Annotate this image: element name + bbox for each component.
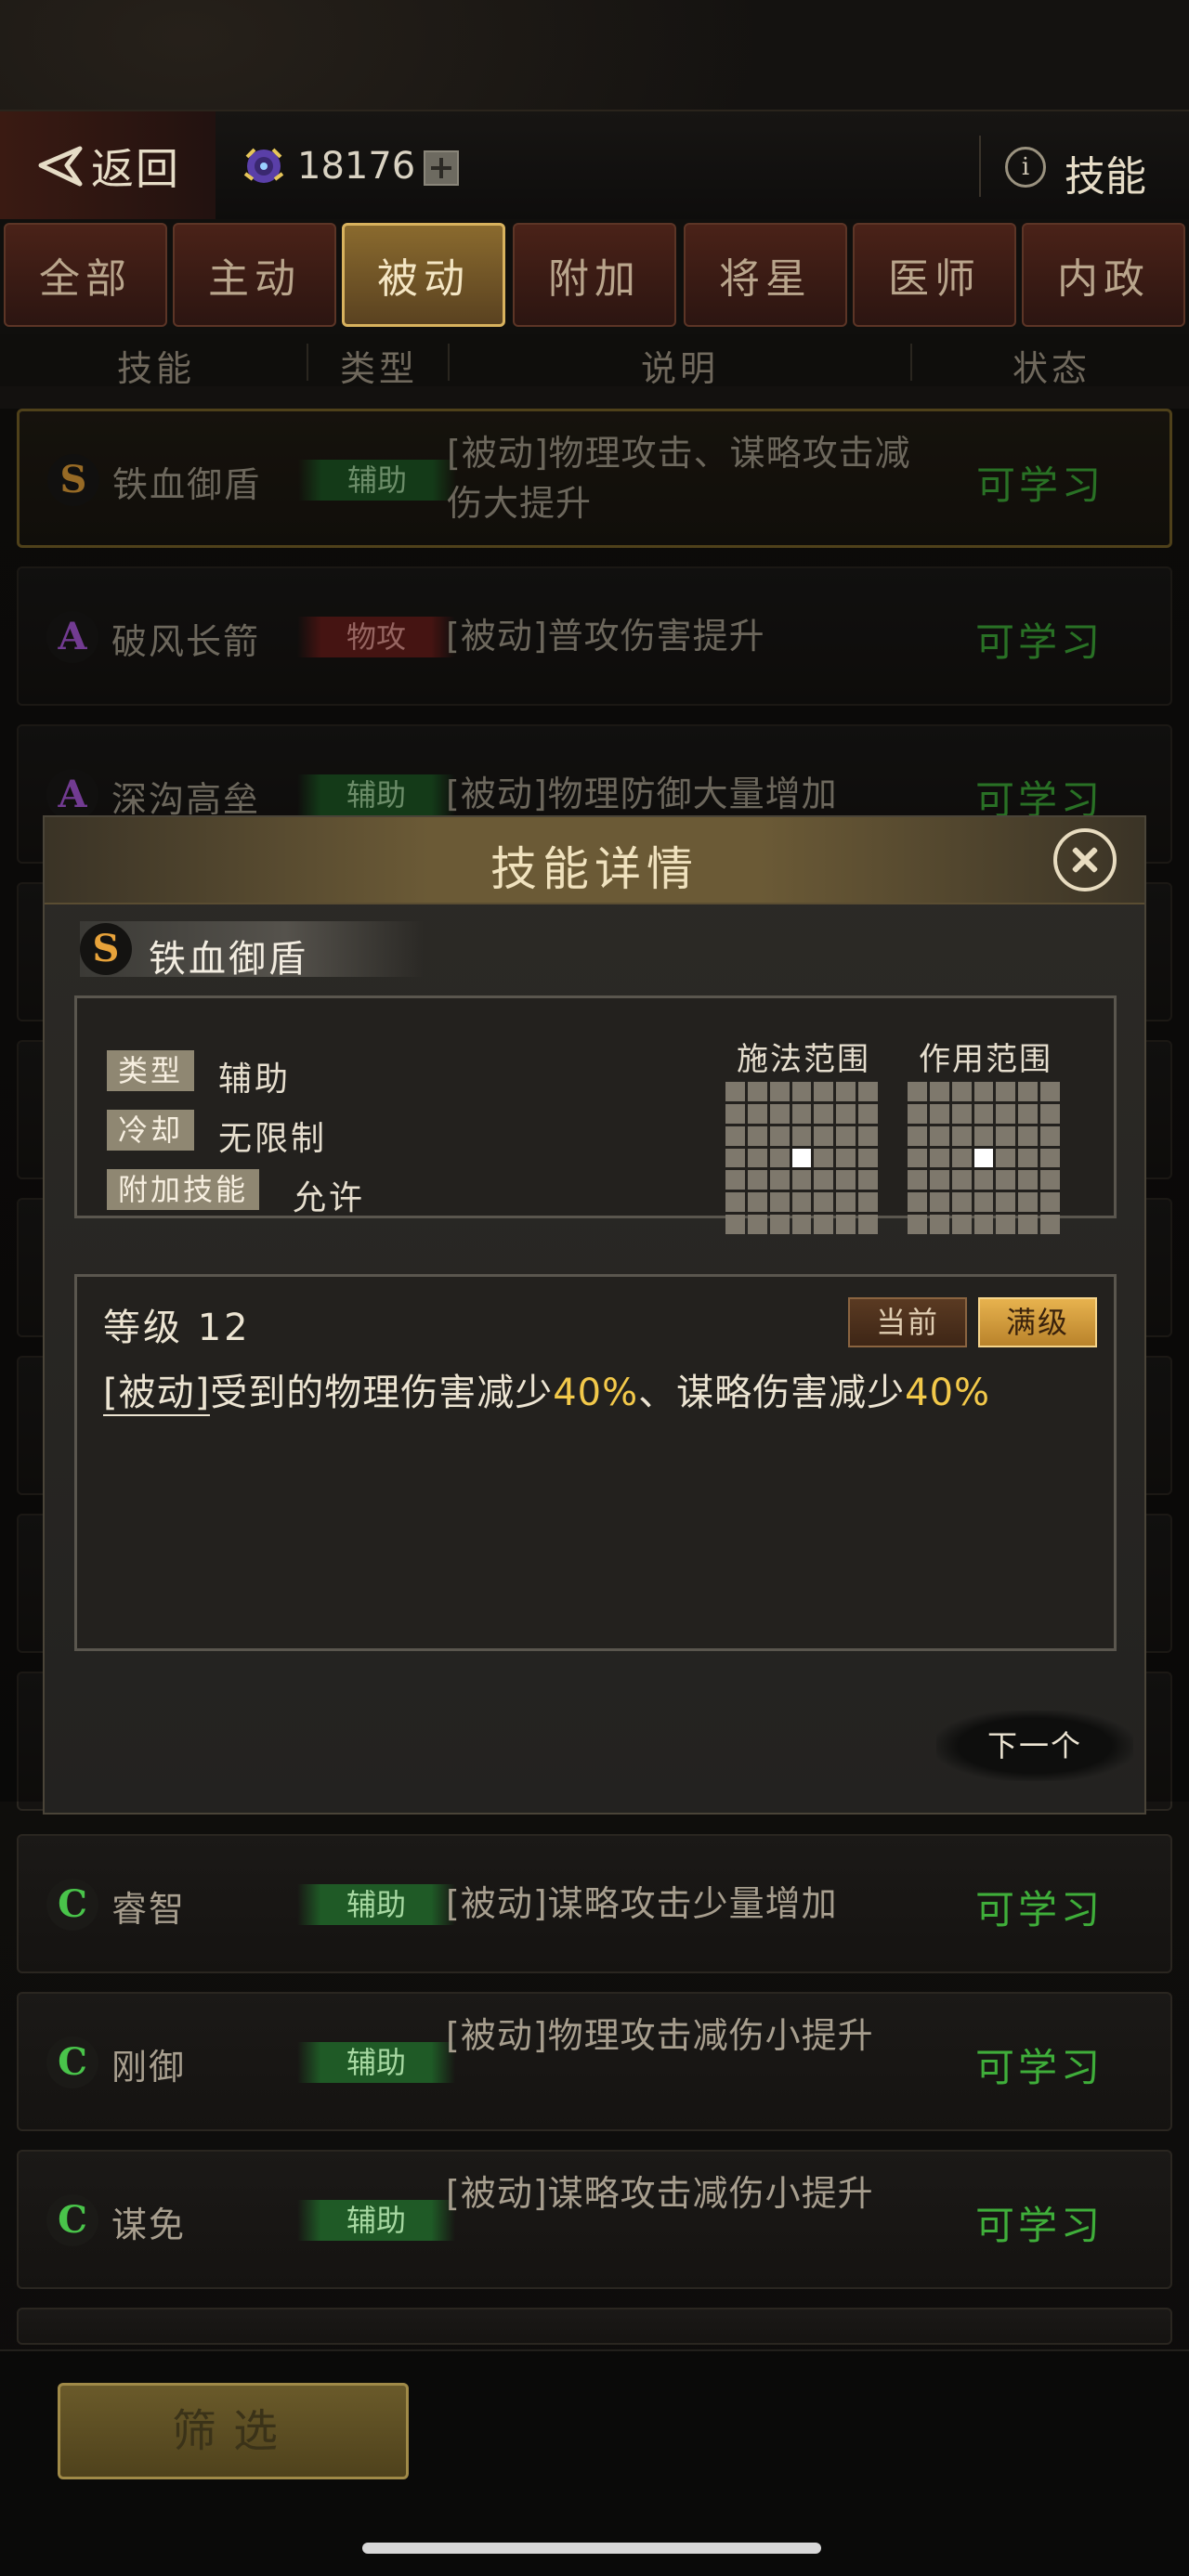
- cast-range-grid: [725, 1082, 878, 1234]
- skill-description: [被动]物理攻击减伤小提升: [446, 2015, 874, 2056]
- page-title: 技能: [1065, 153, 1146, 201]
- level-text: 等级 12: [103, 1307, 251, 1349]
- col-status: 状态: [1013, 348, 1091, 389]
- next-button[interactable]: 下一个: [936, 1711, 1133, 1781]
- desc-value: 40%: [553, 1372, 639, 1414]
- tab-all[interactable]: 全部: [4, 223, 167, 327]
- skill-status: 可学习: [975, 1887, 1104, 1932]
- modal-skill-name: 铁血御盾: [149, 938, 308, 981]
- divider: [448, 344, 450, 381]
- skill-name: 睿智: [111, 1889, 187, 1930]
- top-bar: 返回 18176 i 技能: [0, 110, 1189, 223]
- attr-label: 附加技能: [107, 1169, 260, 1210]
- max-level-button[interactable]: 满级: [978, 1297, 1097, 1347]
- attr-value: 无限制: [218, 1120, 328, 1158]
- tab-passive[interactable]: 被动: [342, 223, 505, 327]
- back-label: 返回: [91, 144, 180, 194]
- desc-text: 受到的物理伤害减少: [210, 1372, 554, 1414]
- col-desc: 说明: [641, 348, 720, 389]
- close-icon[interactable]: [1053, 828, 1117, 891]
- effect-range-label: 作用范围: [919, 1041, 1052, 1078]
- skill-attributes-panel: 类型 辅助 冷却 无限制 附加技能 允许 施法范围 作用范围: [74, 995, 1117, 1234]
- rank-s-icon: S: [80, 923, 132, 975]
- skill-description: [被动]谋略攻击减伤小提升: [446, 2173, 874, 2214]
- desc-value: 40%: [905, 1372, 991, 1414]
- rank-c-icon: C: [46, 1879, 98, 1931]
- add-currency-icon[interactable]: [424, 150, 459, 186]
- tab-physician[interactable]: 医师: [853, 223, 1016, 327]
- divider: [979, 136, 981, 197]
- column-header: 技能 类型 说明 状态: [0, 334, 1189, 389]
- col-skill: 技能: [117, 348, 196, 389]
- back-arrow-icon: [38, 146, 83, 187]
- col-type: 类型: [340, 348, 419, 389]
- currency-value: 18176: [297, 145, 416, 188]
- cast-range-label: 施法范围: [737, 1041, 870, 1078]
- filter-button[interactable]: 筛选: [58, 2383, 409, 2479]
- skill-name: 刚御: [111, 2047, 187, 2088]
- skill-name-tag: S 铁血御盾: [80, 921, 424, 981]
- divider: [307, 344, 308, 381]
- skill-row[interactable]: C 刚御 辅助 [被动]物理攻击减伤小提升 可学习: [17, 1992, 1172, 2131]
- skill-status: 可学习: [975, 2045, 1104, 2090]
- skill-detail-modal: 技能详情 S 铁血御盾 类型 辅助 冷却 无限制 附加技能 允许 施法范围 作用…: [43, 815, 1146, 1815]
- info-icon[interactable]: i: [1005, 147, 1046, 188]
- rank-c-icon: C: [46, 2036, 98, 2088]
- desc-text: 、谋略伤害减少: [638, 1372, 906, 1414]
- tab-general-star[interactable]: 将星: [684, 223, 847, 327]
- home-indicator[interactable]: [362, 2543, 821, 2554]
- modal-header: 技能详情: [45, 817, 1144, 904]
- effect-range-grid: [908, 1082, 1060, 1234]
- back-button[interactable]: 返回: [0, 111, 216, 221]
- attr-value: 允许: [293, 1179, 366, 1217]
- skill-effect-description: [被动]受到的物理伤害减少40%、谋略伤害减少40%: [103, 1366, 1069, 1420]
- skill-row: [17, 2308, 1172, 2345]
- category-tabs: 全部 主动 被动 附加 将星 医师 内政: [0, 219, 1189, 334]
- tab-extra[interactable]: 附加: [513, 223, 676, 327]
- tab-active[interactable]: 主动: [173, 223, 336, 327]
- attr-label: 类型: [107, 1050, 195, 1091]
- skill-type-badge: 辅助: [297, 2200, 455, 2241]
- skill-description: [被动]谋略攻击少量增加: [446, 1883, 838, 1924]
- skill-type-badge: 辅助: [297, 1884, 455, 1925]
- currency-gem-icon: [243, 148, 284, 183]
- skill-row[interactable]: C 谋免 辅助 [被动]谋略攻击减伤小提升 可学习: [17, 2150, 1172, 2289]
- skill-name: 谋免: [111, 2205, 187, 2245]
- skill-type-badge: 辅助: [297, 2042, 455, 2083]
- skill-level-panel: 等级 12 当前 满级 [被动]受到的物理伤害减少40%、谋略伤害减少40%: [74, 1274, 1117, 1651]
- attr-label: 冷却: [107, 1110, 195, 1151]
- attr-value: 辅助: [218, 1060, 292, 1099]
- current-level-button[interactable]: 当前: [848, 1297, 967, 1347]
- modal-title: 技能详情: [490, 842, 699, 896]
- divider: [910, 344, 912, 381]
- desc-keyword: [被动]: [103, 1372, 211, 1416]
- rank-c-icon: C: [46, 2194, 98, 2246]
- skill-status: 可学习: [975, 2203, 1104, 2248]
- tab-internal-affairs[interactable]: 内政: [1022, 223, 1185, 327]
- skill-row[interactable]: C 睿智 辅助 [被动]谋略攻击少量增加 可学习: [17, 1834, 1172, 1973]
